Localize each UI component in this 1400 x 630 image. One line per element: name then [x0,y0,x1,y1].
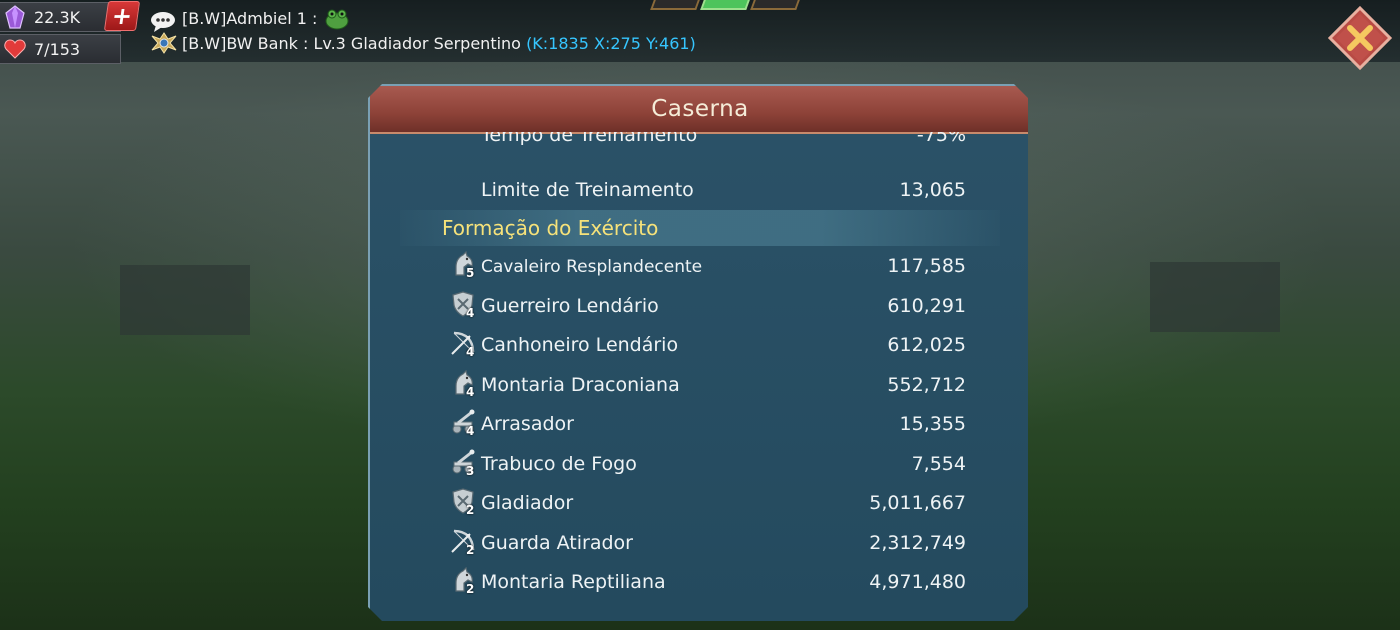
troop-row: 3 Trabuco de Fogo 7,554 [370,446,1028,482]
troop-row: 4 Guerreiro Lendário 610,291 [370,288,1028,324]
stat-value: -75% [916,132,966,146]
section-title: Formação do Exército [442,216,659,240]
troop-count: 15,355 [899,413,966,435]
chat-coordinates-link[interactable]: (K:1835 X:275 Y:461) [526,34,696,53]
add-gems-button[interactable]: + [103,1,141,31]
troop-tier: 2 [466,503,475,517]
troop-name: Montaria Reptiliana [481,571,666,593]
chat-message-1[interactable]: [B.W]Admbiel 1 : [182,9,317,28]
gem-count: 22.3K [34,7,81,27]
page-indicator [650,0,800,10]
troop-row: 5 Cavaleiro Resplandecente 117,585 [370,248,1028,284]
troop-count: 4,971,480 [869,571,966,593]
troop-name: Arrasador [481,413,574,435]
siege-icon: 3 [450,449,480,479]
troop-name: Montaria Draconiana [481,373,680,396]
chat-text-2: Lv.3 Gladiador Serpentino [313,34,521,53]
troop-name: Canhoneiro Lendário [481,334,679,356]
stat-label: Tempo de Treinamento [481,132,698,146]
close-button[interactable] [1328,6,1392,70]
troop-tier: 4 [466,384,475,399]
troop-count: 612,025 [887,334,966,356]
gem-resource[interactable]: 22.3K [0,2,121,32]
stat-row-training-time: Tempo de Treinamento -75% [370,132,1028,160]
troop-count: 7,554 [911,452,966,475]
chat-sender-1: [B.W]Admbiel 1 : [182,9,318,28]
infantry-shield-icon: 4 [450,290,480,321]
troop-count: 2,312,749 [869,531,966,554]
panel-header: Caserna [370,86,1028,134]
troop-count: 610,291 [887,294,966,317]
heart-icon [4,39,26,59]
troop-row: 4 Arrasador 15,355 [370,406,1028,442]
chat-bubble-icon[interactable] [150,10,176,34]
troop-tier: 2 [466,582,475,596]
troop-row: 4 Canhoneiro Lendário 612,025 [370,327,1028,363]
cavalry-icon: 2 [450,567,480,597]
cavalry-icon: 5 [450,251,480,281]
page-indicator-2-active[interactable] [700,0,750,10]
troop-tier: 5 [466,266,475,280]
stamina-resource[interactable]: 7/153 [0,34,121,64]
troop-row: 2 Montaria Reptiliana 4,971,480 [370,564,1028,600]
stat-value: 13,065 [899,179,966,201]
ranged-bow-icon: 2 [450,528,480,558]
troop-name: Gladiador [481,492,574,514]
stat-label: Limite de Treinamento [481,179,694,201]
page-indicator-1[interactable] [650,0,700,10]
ranged-bow-icon: 4 [450,330,480,360]
troop-tier: 4 [466,424,475,438]
troop-row: 4 Montaria Draconiana 552,712 [370,367,1028,403]
cavalry-icon: 4 [450,369,480,400]
gem-icon [5,5,25,29]
plus-icon: + [109,2,135,30]
troop-row: 2 Guarda Atirador 2,312,749 [370,525,1028,561]
troop-name: Guarda Atirador [481,531,633,554]
troop-tier: 3 [466,463,475,478]
stamina-count: 7/153 [34,39,81,59]
stat-row-training-limit: Limite de Treinamento 13,065 [370,172,1028,208]
chat-sender-2: [B.W]BW Bank : [182,34,309,53]
troop-name: Guerreiro Lendário [481,294,659,317]
troop-tier: 2 [466,542,475,557]
troop-count: 117,585 [887,255,966,277]
panel-title: Caserna [651,96,749,122]
troop-tier: 4 [466,305,475,320]
troop-count: 552,712 [887,373,966,396]
infantry-shield-icon: 2 [450,488,480,518]
troop-name: Trabuco de Fogo [481,452,637,475]
guild-badge-icon [151,32,177,54]
frog-emoji-icon [325,9,349,30]
background-ruin-right [1150,262,1280,332]
siege-icon: 4 [450,409,480,439]
chat-message-2[interactable]: [B.W]BW Bank : Lv.3 Gladiador Serpentino… [182,34,696,53]
troop-row: 2 Gladiador 5,011,667 [370,485,1028,521]
troop-name: Cavaleiro Resplandecente [481,257,703,277]
background-ruin-left [120,265,250,335]
page-indicator-3[interactable] [750,0,800,10]
barracks-panel: Caserna Tempo de Treinamento -75% Limite… [368,84,1028,621]
troop-count: 5,011,667 [869,492,966,514]
troop-tier: 4 [466,345,475,359]
